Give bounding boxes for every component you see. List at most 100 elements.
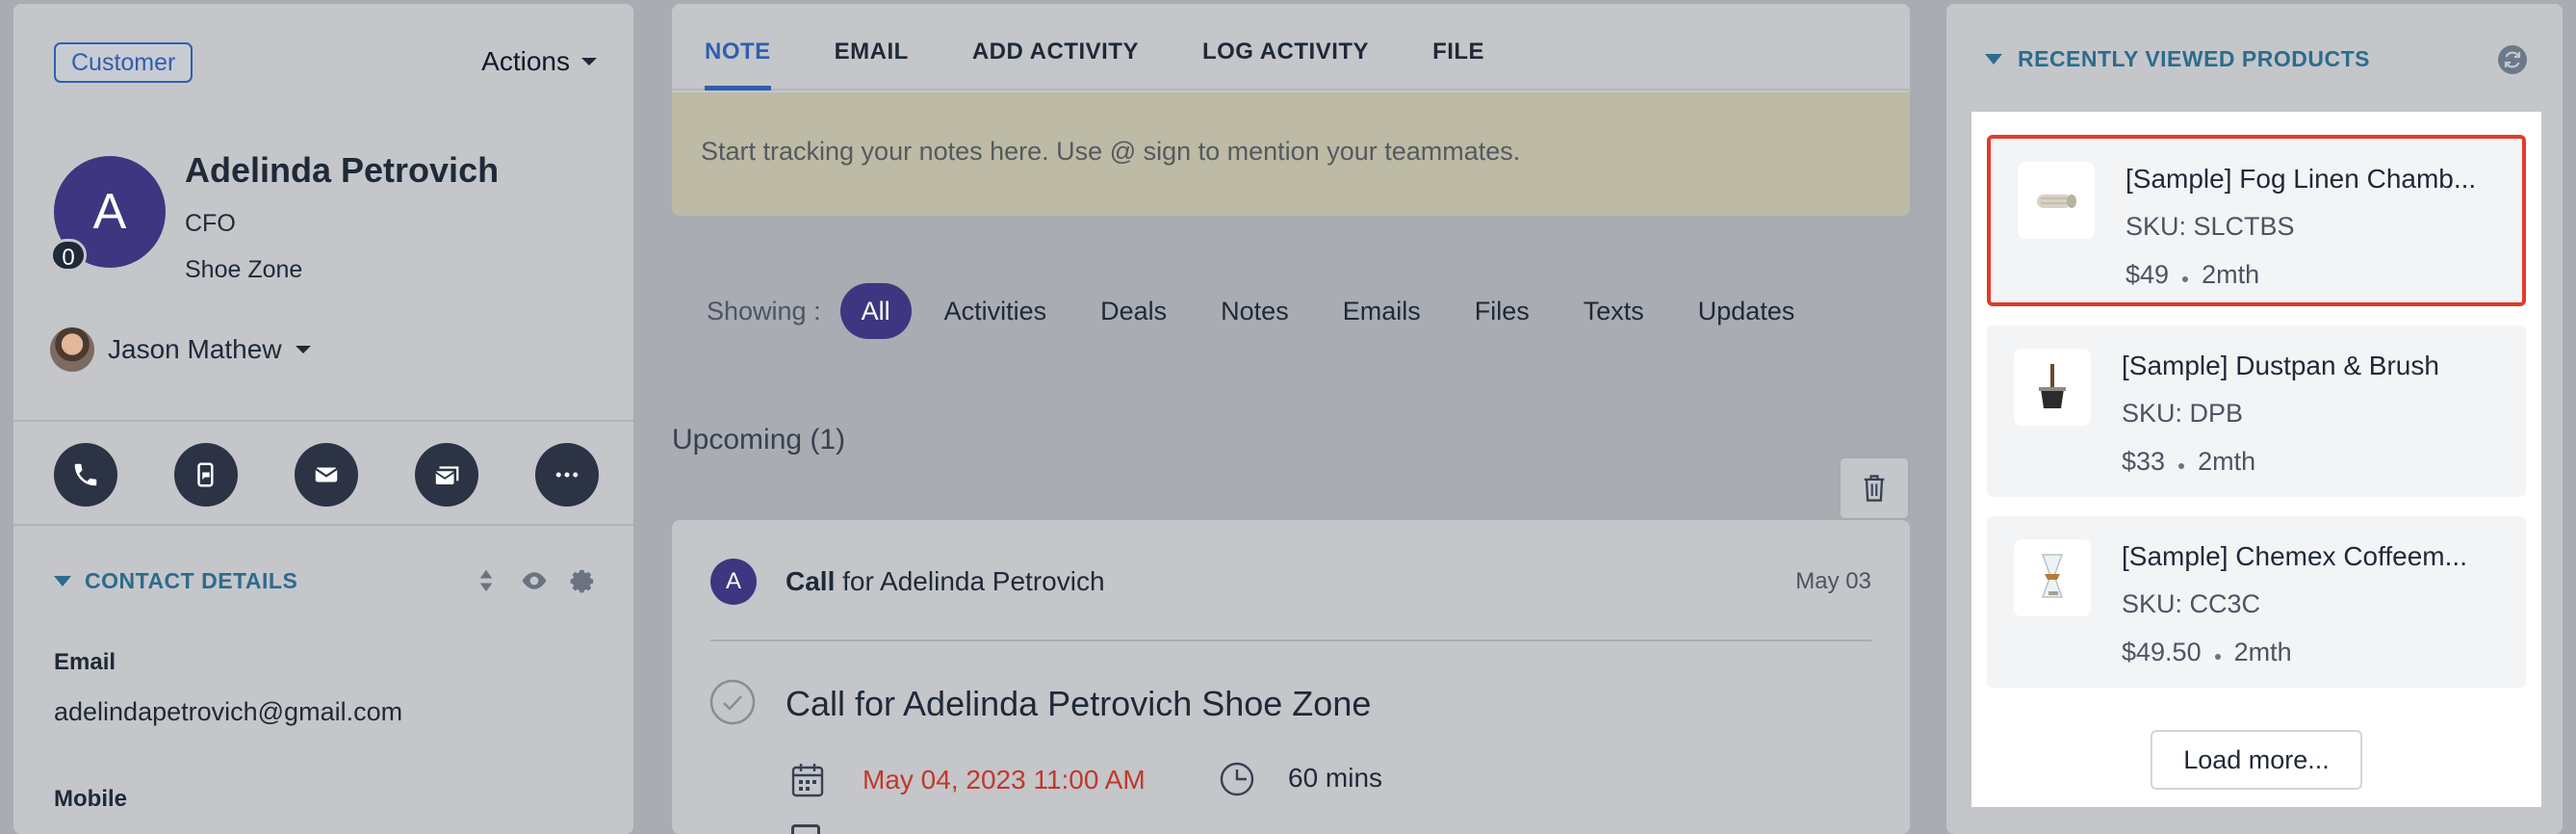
activity-avatar: A — [710, 559, 757, 605]
tab-file[interactable]: FILE — [1432, 4, 1484, 89]
chevron-down-icon — [581, 58, 597, 65]
note-input[interactable]: Start tracking your notes here. Use @ si… — [672, 92, 1910, 216]
activity-duration: 60 mins — [1288, 763, 1383, 793]
sequence-icon — [435, 466, 459, 484]
section-tools — [472, 566, 597, 595]
contact-details-toggle[interactable]: CONTACT DETAILS — [54, 568, 297, 594]
filter-activities[interactable]: Activities — [944, 297, 1047, 326]
avatar-initial: A — [92, 184, 127, 240]
product-card[interactable]: [Sample] Dustpan & Brush SKU: DPB $33 2m… — [1987, 326, 2526, 497]
product-price: $49 — [2125, 260, 2170, 289]
product-price: $33 — [2122, 447, 2166, 476]
product-age: 2mth — [2233, 638, 2292, 666]
timeline-filters: Showing : All Activities Deals Notes Ema… — [707, 283, 1794, 339]
sms-icon — [197, 462, 214, 487]
owner-dropdown[interactable]: Jason Mathew — [50, 327, 311, 372]
email-label: Email — [54, 649, 116, 675]
product-thumbnail — [2014, 349, 2091, 426]
lifecycle-badge[interactable]: Customer — [54, 42, 193, 83]
divider — [13, 524, 633, 526]
gear-icon[interactable] — [568, 566, 597, 595]
load-more-button[interactable]: Load more... — [2151, 730, 2362, 790]
activity-card: A Call for Adelinda Petrovich May 03 Cal… — [672, 520, 1910, 834]
separator-dot — [2182, 275, 2189, 282]
filter-notes[interactable]: Notes — [1221, 297, 1289, 326]
phone-icon — [74, 463, 97, 486]
filter-all[interactable]: All — [839, 283, 912, 339]
caret-down-icon — [1985, 54, 2002, 65]
product-sku: SKU: SLCTBS — [2125, 212, 2295, 241]
owner-avatar — [50, 327, 94, 372]
composer-tabs: NOTE EMAIL ADD ACTIVITY LOG ACTIVITY FIL… — [672, 4, 1910, 91]
quick-actions — [54, 443, 599, 507]
trash-icon — [1864, 475, 1885, 502]
product-meta: $33 2mth — [2122, 447, 2255, 477]
call-button[interactable] — [54, 443, 117, 507]
contact-details-title: CONTACT DETAILS — [85, 568, 298, 593]
document-icon — [791, 824, 820, 834]
actions-dropdown[interactable]: Actions — [481, 46, 597, 77]
product-meta: $49 2mth — [2125, 260, 2259, 290]
product-card[interactable]: [Sample] Chemex Coffeem... SKU: CC3C $49… — [1987, 516, 2526, 688]
activity-due-datetime: May 04, 2023 11:00 AM — [863, 765, 1146, 795]
activity-subject[interactable]: Call for Adelinda Petrovich Shoe Zone — [786, 684, 1371, 724]
email-value[interactable]: adelindapetrovich@gmail.com — [54, 697, 402, 727]
product-age: 2mth — [2198, 447, 2256, 476]
filter-texts[interactable]: Texts — [1584, 297, 1644, 326]
sequence-button[interactable] — [415, 443, 478, 507]
filter-updates[interactable]: Updates — [1698, 297, 1795, 326]
product-sku: SKU: DPB — [2122, 399, 2244, 428]
product-sku: SKU: CC3C — [2122, 589, 2261, 618]
product-name: [Sample] Chemex Coffeem... — [2122, 541, 2467, 571]
note-placeholder: Start tracking your notes here. Use @ si… — [701, 137, 1521, 166]
filter-deals[interactable]: Deals — [1100, 297, 1167, 326]
recently-viewed-list: [Sample] Fog Linen Chamb... SKU: SLCTBS … — [1971, 112, 2541, 807]
recently-viewed-title: RECENTLY VIEWED PRODUCTS — [2018, 46, 2370, 71]
separator-dot — [2214, 653, 2221, 660]
calendar-icon — [791, 764, 824, 797]
sms-button[interactable] — [174, 443, 238, 507]
towel-roll-icon — [2037, 195, 2076, 208]
refresh-icon[interactable] — [2497, 44, 2528, 75]
tab-log-activity[interactable]: LOG ACTIVITY — [1202, 4, 1369, 89]
recently-viewed-toggle[interactable]: RECENTLY VIEWED PRODUCTS — [1985, 46, 2370, 72]
tab-add-activity[interactable]: ADD ACTIVITY — [972, 4, 1139, 89]
more-button[interactable] — [535, 443, 599, 507]
more-icon — [555, 472, 579, 478]
delete-button[interactable] — [1839, 456, 1910, 520]
sort-icon[interactable] — [472, 566, 501, 595]
filter-emails[interactable]: Emails — [1343, 297, 1421, 326]
product-age: 2mth — [2202, 260, 2260, 289]
showing-label: Showing : — [707, 296, 821, 326]
contact-role: CFO — [185, 210, 236, 237]
divider — [13, 420, 633, 422]
tab-email[interactable]: EMAIL — [835, 4, 909, 89]
actions-label: Actions — [481, 46, 570, 76]
product-name: [Sample] Dustpan & Brush — [2122, 351, 2439, 380]
product-price: $49.50 — [2122, 638, 2202, 666]
score-badge: 0 — [50, 239, 87, 272]
product-thumbnail — [2018, 162, 2095, 239]
complete-check-icon[interactable] — [708, 678, 757, 726]
upcoming-heading: Upcoming (1) — [672, 424, 846, 456]
product-name: [Sample] Fog Linen Chamb... — [2125, 164, 2477, 194]
email-icon — [315, 467, 338, 482]
chevron-down-icon — [295, 346, 311, 353]
separator-dot — [2178, 462, 2185, 469]
dustpan-brush-icon — [2039, 364, 2066, 408]
activity-date: May 03 — [1795, 568, 1871, 594]
owner-name: Jason Mathew — [108, 334, 282, 364]
tab-note[interactable]: NOTE — [705, 4, 771, 91]
product-thumbnail — [2014, 539, 2091, 616]
contact-name: Adelinda Petrovich — [185, 150, 500, 190]
contact-panel: Customer Actions A 0 Adelinda Petrovich … — [13, 4, 633, 834]
divider — [710, 639, 1871, 641]
caret-down-icon — [54, 576, 71, 586]
activity-title[interactable]: Call for Adelinda Petrovich — [786, 566, 1105, 597]
product-card[interactable]: [Sample] Fog Linen Chamb... SKU: SLCTBS … — [1987, 135, 2526, 306]
clock-icon — [1220, 762, 1254, 796]
email-button[interactable] — [295, 443, 358, 507]
eye-icon[interactable] — [520, 566, 549, 595]
contact-company[interactable]: Shoe Zone — [185, 256, 302, 284]
filter-files[interactable]: Files — [1475, 297, 1530, 326]
